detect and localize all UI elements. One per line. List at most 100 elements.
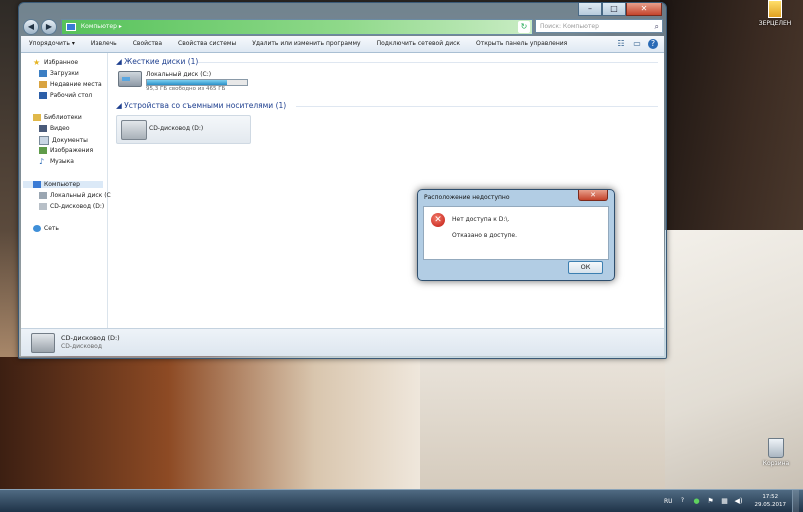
divider	[198, 62, 658, 63]
dialog-message-2: Отказано в доступе.	[452, 232, 518, 239]
collapse-icon[interactable]: ◢	[116, 57, 124, 66]
desktop-icon-top[interactable]: ЗЕРЦЕЛЕН	[755, 0, 795, 27]
nav-recent[interactable]: Недавние места	[39, 81, 102, 88]
volume-icon[interactable]: ◀)	[735, 497, 743, 505]
nav-favorites[interactable]: ★ Избранное	[33, 59, 79, 67]
map-network-drive-button[interactable]: Подключить сетевой диск	[369, 36, 468, 52]
desktop-icon-top-label: ЗЕРЦЕЛЕН	[758, 20, 792, 27]
computer-icon	[66, 22, 76, 31]
error-icon: ✕	[431, 213, 445, 227]
maximize-button[interactable]: □	[602, 3, 626, 16]
close-button[interactable]: ✕	[626, 3, 662, 16]
collapse-icon[interactable]: ◢	[116, 101, 124, 110]
nav-downloads[interactable]: Загрузки	[39, 70, 79, 77]
disk-usage-fill	[147, 80, 227, 85]
control-panel-button[interactable]: Открыть панель управления	[468, 36, 575, 52]
system-tray: RU ? ● ⚑ ▦ ◀) 17:52 29.05.2017	[664, 490, 799, 512]
clock-time: 17:52	[762, 494, 779, 500]
removable-header[interactable]: ◢ Устройства со съемными носителями (1)	[116, 101, 286, 110]
properties-button[interactable]: Свойства	[125, 36, 170, 52]
cd-drive-icon	[121, 120, 147, 140]
language-indicator[interactable]: RU	[664, 498, 673, 505]
forward-button[interactable]: ▶	[41, 19, 57, 35]
refresh-icon[interactable]: ↻	[518, 21, 530, 33]
breadcrumb-chevron-icon[interactable]: ▸	[119, 23, 122, 30]
update-icon[interactable]: ●	[693, 497, 701, 505]
help-icon[interactable]: ?	[679, 497, 687, 505]
desktop-icon	[39, 92, 47, 99]
nav-downloads-label: Загрузки	[50, 70, 79, 77]
local-disk-free: 95,3 ГБ свободно из 465 ГБ	[146, 86, 226, 92]
nav-music[interactable]: ♪ Музыка	[39, 158, 74, 166]
flag-icon[interactable]: ⚑	[707, 497, 715, 505]
dialog-message-1: Нет доступа к D:\.	[452, 216, 510, 223]
hard-disks-header[interactable]: ◢ Жесткие диски (1)	[116, 57, 198, 66]
removable-header-label: Устройства со съемными носителями (1)	[124, 101, 287, 110]
search-input[interactable]: Поиск: Компьютер ⌕	[535, 19, 663, 33]
details-type: CD-дисковод	[61, 343, 102, 350]
taskbar: RU ? ● ⚑ ▦ ◀) 17:52 29.05.2017	[0, 489, 803, 512]
wallpaper-cloth	[420, 357, 665, 490]
breadcrumb[interactable]: Компьютер	[81, 23, 117, 30]
nav-local-disk[interactable]: Локальный диск (C	[39, 192, 111, 199]
show-desktop-button[interactable]	[792, 490, 799, 512]
nav-video[interactable]: Видео	[39, 125, 70, 132]
cd-drive-name: CD-дисковод (D:)	[149, 125, 204, 132]
nav-recent-label: Недавние места	[50, 81, 102, 88]
preview-pane-icon[interactable]: ▭	[632, 39, 642, 49]
video-icon	[39, 125, 47, 132]
clock[interactable]: 17:52 29.05.2017	[749, 493, 787, 509]
hard-disk-icon	[118, 71, 142, 87]
clock-date: 29.05.2017	[754, 502, 787, 508]
nav-network-label: Сеть	[44, 225, 59, 232]
nav-favorites-label: Избранное	[44, 59, 79, 66]
wallpaper-dragon	[0, 357, 420, 490]
dialog-body: ✕ Нет доступа к D:\. Отказано в доступе.	[423, 206, 609, 260]
nav-cd-drive-label: CD-дисковод (D:)	[50, 203, 105, 210]
recycle-bin-label: Корзина	[762, 460, 790, 467]
address-row: ◀ ▶ Компьютер ▸ ↻ Поиск: Компьютер ⌕	[21, 17, 664, 35]
system-properties-button[interactable]: Свойства системы	[170, 36, 244, 52]
back-button[interactable]: ◀	[23, 19, 39, 35]
dialog-title: Расположение недоступно	[424, 194, 510, 201]
organize-button[interactable]: Упорядочить ▾	[21, 36, 83, 52]
nav-documents-label: Документы	[52, 137, 88, 144]
cd-drive-icon	[39, 203, 47, 210]
hard-disks-header-label: Жесткие диски (1)	[124, 57, 199, 66]
nav-libraries-label: Библиотеки	[44, 114, 82, 121]
nav-documents[interactable]: Документы	[39, 136, 88, 145]
network-tray-icon[interactable]: ▦	[721, 497, 729, 505]
cd-drive-icon	[31, 333, 55, 353]
images-icon	[39, 147, 47, 154]
minimize-button[interactable]: –	[578, 3, 602, 16]
wallpaper-figure-hair	[660, 0, 803, 230]
window-controls: – □ ✕	[578, 3, 662, 16]
uninstall-button[interactable]: Удалить или изменить программу	[244, 36, 368, 52]
search-icon[interactable]: ⌕	[655, 20, 659, 34]
eject-button[interactable]: Извлечь	[83, 36, 125, 52]
nav-images-label: Изображения	[50, 147, 94, 154]
nav-network[interactable]: Сеть	[33, 225, 59, 232]
nav-libraries[interactable]: Библиотеки	[33, 114, 82, 121]
toolbar-right: ☷ ▭ ?	[616, 39, 664, 49]
nav-computer[interactable]: Компьютер	[23, 181, 103, 188]
hard-disk-icon	[39, 192, 47, 199]
computer-icon	[33, 181, 41, 188]
dialog-close-button[interactable]: ✕	[578, 190, 608, 201]
help-icon[interactable]: ?	[648, 39, 658, 49]
view-options-icon[interactable]: ☷	[616, 39, 626, 49]
nav-desktop-label: Рабочий стол	[50, 92, 93, 99]
recycle-bin-desktop-icon[interactable]: Корзина	[756, 438, 796, 467]
details-pane: CD-дисковод (D:) CD-дисковод	[21, 328, 664, 356]
nav-video-label: Видео	[50, 125, 70, 132]
ok-button[interactable]: ОК	[568, 261, 603, 274]
nav-cd-drive[interactable]: CD-дисковод (D:)	[39, 203, 104, 210]
address-bar[interactable]: Компьютер ▸ ↻	[61, 19, 533, 35]
error-dialog: Расположение недоступно ✕ ✕ Нет доступа …	[417, 189, 615, 281]
nav-images[interactable]: Изображения	[39, 147, 93, 154]
network-icon	[33, 225, 41, 232]
nav-desktop[interactable]: Рабочий стол	[39, 92, 92, 99]
nav-local-disk-label: Локальный диск (C	[50, 192, 111, 199]
cd-drive-item[interactable]: CD-дисковод (D:)	[116, 115, 251, 144]
window-titlebar[interactable]: – □ ✕	[19, 3, 666, 16]
